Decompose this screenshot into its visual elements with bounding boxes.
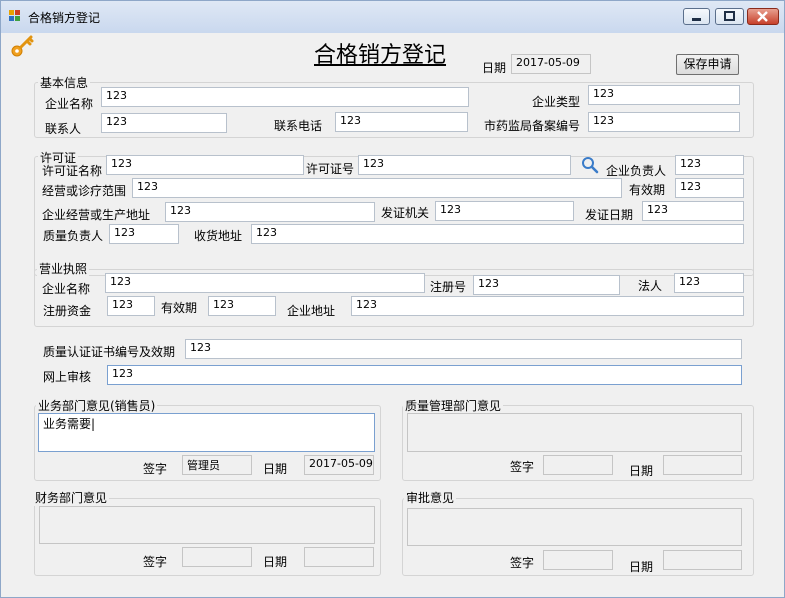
issue-date-label: 发证日期 bbox=[585, 208, 634, 222]
approval-date-label: 日期 bbox=[629, 560, 654, 574]
main-window: 合格销方登记 合格销方登记 日期 2017-05-09 保存申请 基本信息 企业… bbox=[0, 0, 785, 598]
filing-number-label: 市药监局备案编号 bbox=[484, 119, 581, 133]
form-body: 合格销方登记 日期 2017-05-09 保存申请 基本信息 企业名称 123 … bbox=[8, 33, 777, 591]
app-icon bbox=[9, 10, 21, 22]
quality-opinion-title: 质量管理部门意见 bbox=[403, 397, 504, 414]
contact-label: 联系人 bbox=[45, 122, 82, 136]
save-application-button[interactable]: 保存申请 bbox=[676, 54, 739, 75]
quality-sign-label: 签字 bbox=[510, 460, 535, 474]
minimize-icon bbox=[692, 18, 701, 21]
capital-input[interactable]: 123 bbox=[107, 296, 155, 316]
quality-manager-input[interactable]: 123 bbox=[109, 224, 179, 244]
finance-date-label: 日期 bbox=[263, 555, 288, 569]
finance-opinion-textarea[interactable] bbox=[39, 506, 375, 544]
finance-sign-field[interactable] bbox=[182, 547, 252, 567]
business-license-title: 营业执照 bbox=[37, 260, 90, 277]
filing-number-input[interactable]: 123 bbox=[588, 112, 740, 132]
header-date-field[interactable]: 2017-05-09 bbox=[511, 54, 591, 74]
bl-address-input[interactable]: 123 bbox=[351, 296, 744, 316]
license-valid-input[interactable]: 123 bbox=[675, 178, 744, 198]
bl-address-label: 企业地址 bbox=[287, 304, 336, 318]
header-date-label: 日期 bbox=[482, 61, 507, 75]
license-owner-label: 企业负责人 bbox=[606, 164, 667, 178]
phone-input[interactable]: 123 bbox=[335, 112, 468, 132]
close-icon bbox=[757, 11, 768, 22]
quality-cert-input[interactable]: 123 bbox=[185, 339, 742, 359]
quality-date-label: 日期 bbox=[629, 464, 654, 478]
registration-number-label: 注册号 bbox=[430, 280, 467, 294]
license-name-input[interactable]: 123 bbox=[106, 155, 304, 175]
legal-person-input[interactable]: 123 bbox=[674, 273, 744, 293]
issue-date-input[interactable]: 123 bbox=[642, 201, 744, 221]
bl-valid-label: 有效期 bbox=[161, 301, 198, 315]
issuer-input[interactable]: 123 bbox=[435, 201, 574, 221]
approval-opinion-textarea[interactable] bbox=[407, 508, 742, 546]
sales-sign-label: 签字 bbox=[143, 462, 168, 476]
business-scope-label: 经营或诊疗范围 bbox=[42, 184, 127, 198]
bl-valid-input[interactable]: 123 bbox=[208, 296, 276, 316]
approval-sign-field[interactable] bbox=[543, 550, 613, 570]
close-button[interactable] bbox=[747, 8, 779, 25]
company-name-label: 企业名称 bbox=[45, 97, 94, 111]
bl-company-name-input[interactable]: 123 bbox=[105, 273, 425, 293]
search-icon[interactable] bbox=[581, 156, 599, 174]
sales-date-field[interactable]: 2017-05-09 bbox=[304, 455, 374, 475]
bl-company-name-label: 企业名称 bbox=[42, 282, 91, 296]
company-type-input[interactable]: 123 bbox=[588, 85, 740, 105]
capital-label: 注册资金 bbox=[43, 304, 92, 318]
quality-opinion-textarea[interactable] bbox=[407, 413, 742, 452]
company-type-label: 企业类型 bbox=[532, 95, 581, 109]
window-title: 合格销方登记 bbox=[28, 11, 101, 25]
sales-date-label: 日期 bbox=[263, 462, 288, 476]
approval-opinion-title: 审批意见 bbox=[404, 489, 457, 506]
approval-date-field[interactable] bbox=[663, 550, 742, 570]
finance-opinion-title: 财务部门意见 bbox=[33, 489, 110, 506]
key-icon bbox=[11, 35, 34, 57]
finance-date-field[interactable] bbox=[304, 547, 374, 567]
basic-info-title: 基本信息 bbox=[38, 74, 91, 91]
license-number-input[interactable]: 123 bbox=[358, 155, 571, 175]
operation-address-label: 企业经营或生产地址 bbox=[42, 208, 151, 222]
quality-sign-field[interactable] bbox=[543, 455, 613, 475]
maximize-button[interactable] bbox=[715, 8, 744, 25]
page-title: 合格销方登记 bbox=[314, 43, 447, 68]
receive-address-input[interactable]: 123 bbox=[251, 224, 744, 244]
maximize-icon bbox=[724, 11, 735, 21]
issuer-label: 发证机关 bbox=[381, 206, 430, 220]
minimize-button[interactable] bbox=[683, 8, 710, 25]
sales-opinion-title: 业务部门意见(销售员) bbox=[36, 397, 158, 414]
registration-number-input[interactable]: 123 bbox=[473, 275, 620, 295]
quality-date-field[interactable] bbox=[663, 455, 742, 475]
legal-person-label: 法人 bbox=[638, 279, 663, 293]
sales-opinion-textarea[interactable]: 业务需要| bbox=[38, 413, 375, 452]
receive-address-label: 收货地址 bbox=[194, 229, 243, 243]
finance-sign-label: 签字 bbox=[143, 555, 168, 569]
sales-sign-field[interactable]: 管理员 bbox=[182, 455, 252, 475]
quality-cert-label: 质量认证证书编号及效期 bbox=[43, 345, 176, 359]
online-review-input[interactable]: 123 bbox=[107, 365, 742, 385]
license-owner-input[interactable]: 123 bbox=[675, 155, 744, 175]
title-bar: 合格销方登记 bbox=[1, 1, 784, 33]
phone-label: 联系电话 bbox=[274, 119, 323, 133]
operation-address-input[interactable]: 123 bbox=[165, 202, 375, 222]
quality-manager-label: 质量负责人 bbox=[43, 229, 104, 243]
company-name-input[interactable]: 123 bbox=[101, 87, 469, 107]
license-valid-label: 有效期 bbox=[629, 183, 666, 197]
online-review-label: 网上审核 bbox=[43, 370, 92, 384]
license-name-label: 许可证名称 bbox=[42, 164, 103, 178]
license-number-label: 许可证号 bbox=[306, 162, 355, 176]
approval-sign-label: 签字 bbox=[510, 556, 535, 570]
business-scope-input[interactable]: 123 bbox=[132, 178, 622, 198]
contact-input[interactable]: 123 bbox=[101, 113, 227, 133]
